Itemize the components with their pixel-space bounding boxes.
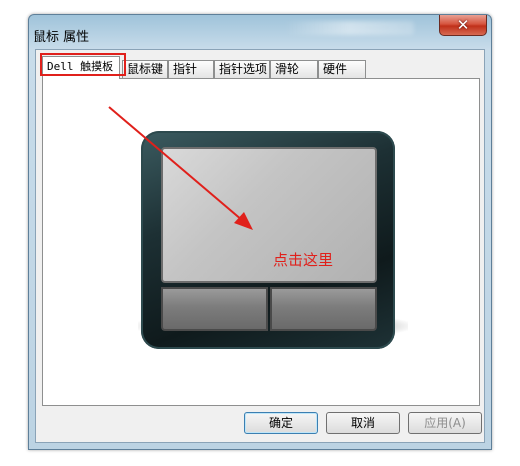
annotation-arrow bbox=[108, 106, 253, 230]
apply-button[interactable]: 应用(A) bbox=[408, 412, 482, 434]
ok-button[interactable]: 确定 bbox=[244, 412, 318, 434]
arrow-line bbox=[108, 106, 250, 227]
tab-pointer-options[interactable]: 指针选项 bbox=[214, 60, 270, 78]
title-bar[interactable]: 鼠标 属性 ✕ bbox=[29, 15, 491, 49]
blurred-title-area bbox=[284, 21, 414, 35]
mouse-properties-window: 鼠标 属性 ✕ Dell 触摸板 鼠标键 指针 指针选项 滑轮 硬件 点击这里 … bbox=[28, 14, 492, 450]
close-button[interactable]: ✕ bbox=[439, 15, 487, 36]
close-icon: ✕ bbox=[456, 16, 470, 34]
tab-wheel[interactable]: 滑轮 bbox=[270, 60, 318, 78]
window-title: 鼠标 属性 bbox=[33, 30, 90, 45]
tab-highlight-box bbox=[40, 53, 126, 76]
cancel-button[interactable]: 取消 bbox=[326, 412, 400, 434]
annotation-text: 点击这里 bbox=[273, 251, 334, 269]
dialog-client-area: Dell 触摸板 鼠标键 指针 指针选项 滑轮 硬件 点击这里 确定 取消 应用… bbox=[35, 49, 485, 443]
tab-mouse-buttons[interactable]: 鼠标键 bbox=[122, 60, 168, 78]
tab-hardware[interactable]: 硬件 bbox=[318, 60, 366, 78]
tab-pointer[interactable]: 指针 bbox=[168, 60, 214, 78]
tab-panel: 点击这里 bbox=[42, 78, 480, 406]
